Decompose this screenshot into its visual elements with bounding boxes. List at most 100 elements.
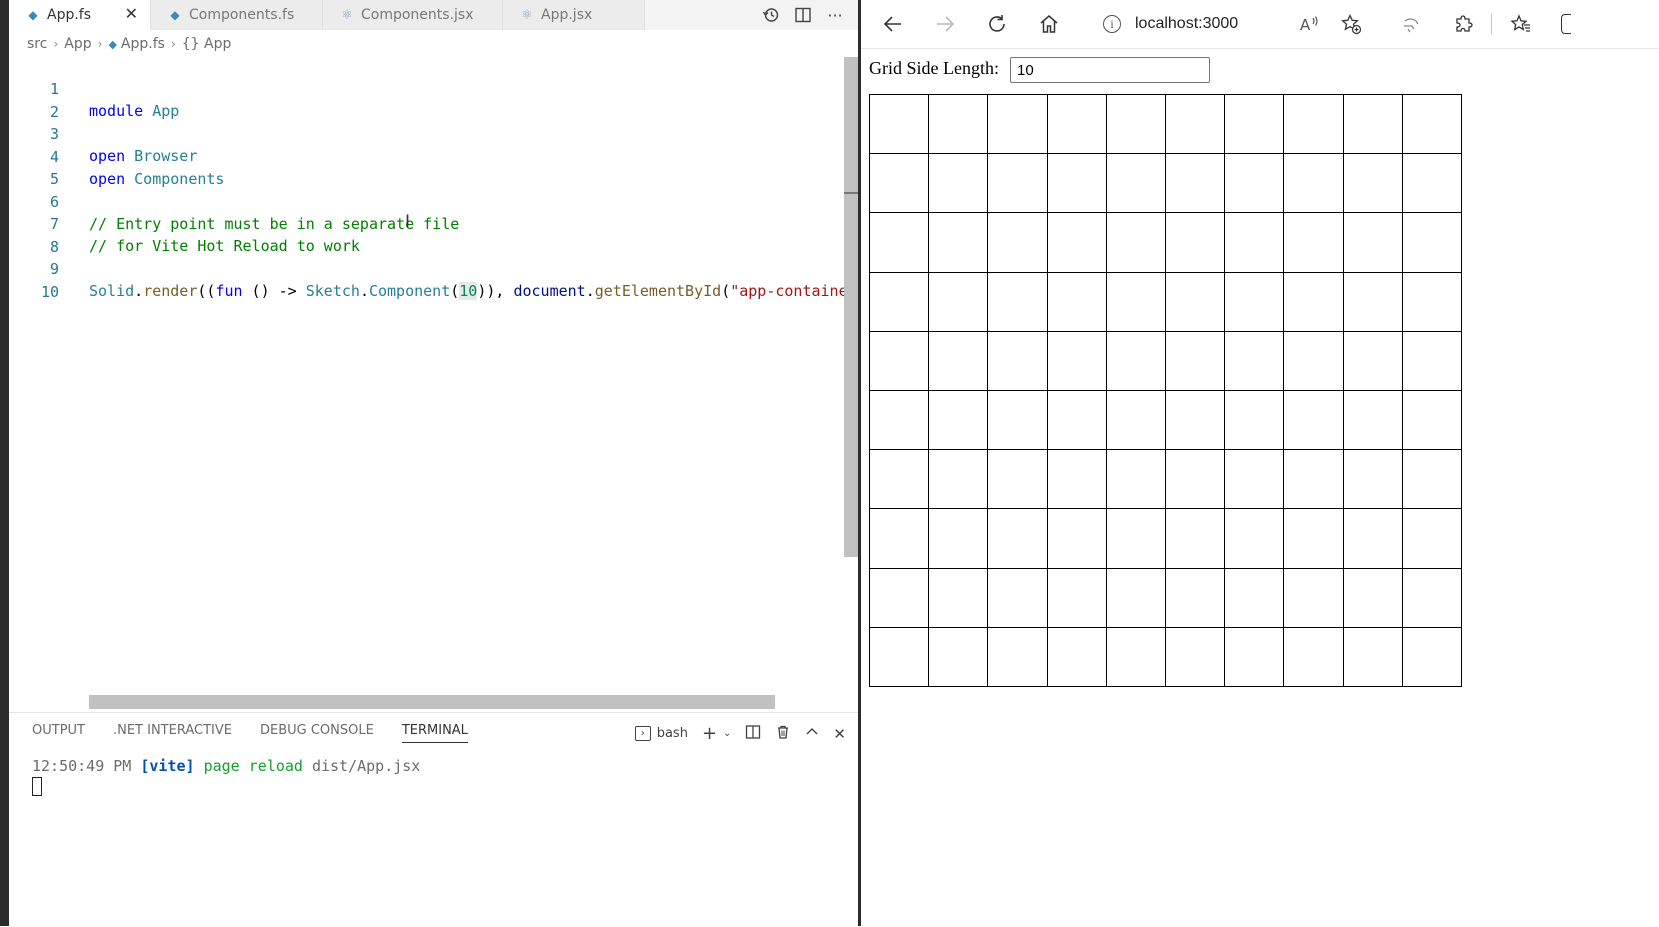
grid-cell[interactable]	[1402, 627, 1462, 687]
grid-cell[interactable]	[929, 331, 989, 391]
home-icon[interactable]	[1037, 12, 1061, 36]
grid-cell[interactable]	[1402, 272, 1462, 332]
grid-cell[interactable]	[1047, 213, 1107, 273]
grid-cell[interactable]	[1402, 390, 1462, 451]
grid-cell[interactable]	[1284, 331, 1344, 391]
grid-cell[interactable]	[870, 272, 930, 332]
grid-cell[interactable]	[1343, 154, 1403, 214]
grid-cell[interactable]	[870, 509, 930, 569]
read-aloud-icon[interactable]: A	[1297, 12, 1321, 36]
grid-cell[interactable]	[1343, 213, 1403, 273]
grid-cell[interactable]	[929, 390, 989, 451]
grid-cell[interactable]	[1225, 95, 1285, 155]
grid-cell[interactable]	[1225, 272, 1285, 332]
new-terminal-icon[interactable]: +	[702, 723, 717, 744]
grid-cell[interactable]	[988, 331, 1048, 391]
grid-cell[interactable]	[1284, 390, 1344, 451]
grid-cell[interactable]	[1225, 390, 1285, 451]
grid-cell[interactable]	[1165, 627, 1226, 687]
chevron-down-icon[interactable]: ⌄	[723, 728, 731, 739]
refresh-icon[interactable]	[985, 12, 1009, 36]
split-terminal-icon[interactable]	[745, 724, 761, 744]
tab-app-fs[interactable]: ◆ App.fs ✕	[9, 0, 151, 30]
grid-cell[interactable]	[1402, 450, 1462, 510]
grid-cell[interactable]	[929, 509, 989, 569]
grid-cell[interactable]	[1284, 450, 1344, 510]
grid-size-input[interactable]	[1010, 57, 1210, 83]
grid-cell[interactable]	[1047, 627, 1107, 687]
grid-cell[interactable]	[1284, 154, 1344, 214]
grid-cell[interactable]	[1106, 154, 1166, 214]
grid-cell[interactable]	[1165, 272, 1226, 332]
extension-icon[interactable]	[1399, 12, 1423, 36]
grid-cell[interactable]	[988, 450, 1048, 510]
tab-net-interactive[interactable]: .NET INTERACTIVE	[113, 723, 232, 743]
grid-cell[interactable]	[1106, 331, 1166, 391]
vertical-scrollbar[interactable]	[844, 57, 858, 557]
grid-cell[interactable]	[1343, 95, 1403, 155]
grid-cell[interactable]	[870, 213, 930, 273]
grid-cell[interactable]	[870, 95, 930, 155]
grid-cell[interactable]	[1047, 154, 1107, 214]
grid-cell[interactable]	[1225, 568, 1285, 628]
split-editor-icon[interactable]	[794, 6, 812, 24]
tab-components-jsx[interactable]: ⚛ Components.jsx	[323, 0, 503, 30]
grid-cell[interactable]	[1402, 95, 1462, 155]
grid-cell[interactable]	[1225, 450, 1285, 510]
grid-cell[interactable]	[1047, 568, 1107, 628]
horizontal-scrollbar[interactable]	[89, 695, 775, 709]
grid-cell[interactable]	[1343, 450, 1403, 510]
tab-terminal[interactable]: TERMINAL	[401, 723, 468, 743]
tab-components-fs[interactable]: ◆ Components.fs	[151, 0, 323, 30]
grid-cell[interactable]	[1343, 568, 1403, 628]
grid-cell[interactable]	[870, 154, 930, 214]
url-text[interactable]: localhost:3000	[1135, 15, 1238, 33]
grid-cell[interactable]	[1165, 331, 1226, 391]
grid-cell[interactable]	[1165, 95, 1226, 155]
grid-cell[interactable]	[929, 272, 989, 332]
extensions-puzzle-icon[interactable]	[1451, 12, 1475, 36]
grid-cell[interactable]	[929, 95, 989, 155]
breadcrumb-item[interactable]: App.fs	[121, 36, 165, 52]
grid-cell[interactable]	[988, 95, 1048, 155]
grid-cell[interactable]	[1402, 154, 1462, 214]
grid-cell[interactable]	[988, 568, 1048, 628]
chevron-up-icon[interactable]	[805, 725, 819, 743]
grid-cell[interactable]	[1047, 450, 1107, 510]
grid-cell[interactable]	[1284, 95, 1344, 155]
grid-cell[interactable]	[1047, 390, 1107, 451]
grid-cell[interactable]	[1106, 509, 1166, 569]
close-icon[interactable]: ✕	[833, 725, 846, 743]
grid-cell[interactable]	[1165, 154, 1226, 214]
grid-cell[interactable]	[870, 568, 930, 628]
grid-cell[interactable]	[1402, 213, 1462, 273]
grid-cell[interactable]	[1343, 331, 1403, 391]
grid-cell[interactable]	[870, 331, 930, 391]
grid-cell[interactable]	[988, 509, 1048, 569]
more-actions-icon[interactable]: ···	[826, 6, 844, 25]
grid-cell[interactable]	[1047, 509, 1107, 569]
info-icon[interactable]: i	[1103, 15, 1121, 33]
address-bar[interactable]: i localhost:3000	[1103, 12, 1238, 36]
grid-cell[interactable]	[1106, 95, 1166, 155]
grid-cell[interactable]	[1402, 509, 1462, 569]
grid-cell[interactable]	[988, 390, 1048, 451]
grid-cell[interactable]	[1343, 390, 1403, 451]
grid-cell[interactable]	[1343, 509, 1403, 569]
grid-cell[interactable]	[988, 627, 1048, 687]
grid-cell[interactable]	[1225, 331, 1285, 391]
grid-cell[interactable]	[1225, 509, 1285, 569]
grid-cell[interactable]	[1284, 568, 1344, 628]
grid-cell[interactable]	[1165, 450, 1226, 510]
terminal-select[interactable]: › bash	[634, 726, 688, 741]
grid-cell[interactable]	[870, 450, 930, 510]
grid-cell[interactable]	[1165, 213, 1226, 273]
grid-cell[interactable]	[1047, 331, 1107, 391]
grid-cell[interactable]	[1047, 95, 1107, 155]
grid-cell[interactable]	[1225, 154, 1285, 214]
tab-output[interactable]: OUTPUT	[32, 723, 85, 743]
back-icon[interactable]	[881, 12, 905, 36]
grid-cell[interactable]	[1343, 627, 1403, 687]
grid-cell[interactable]	[988, 213, 1048, 273]
grid-cell[interactable]	[1106, 272, 1166, 332]
